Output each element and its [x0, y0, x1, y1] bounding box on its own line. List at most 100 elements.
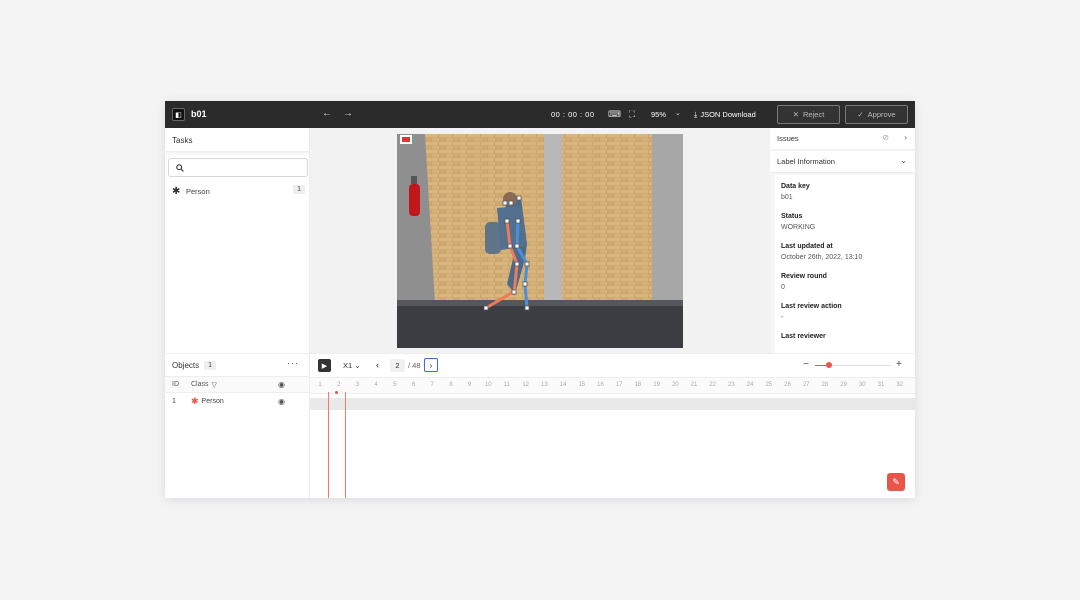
- frame-tick[interactable]: 32: [893, 382, 907, 388]
- frame-tick[interactable]: 15: [575, 382, 589, 388]
- timeline-controls: ▶ X1 ⌄ ‹ 2 / 48 › − +: [310, 354, 915, 377]
- top-bar: ◧ b01 ← → 00 : 00 : 00 ⌨ ⛶ 95% ⌄ ⤓ JSON …: [165, 101, 915, 128]
- hide-issues-icon[interactable]: ⊘: [882, 133, 889, 142]
- total-frames: / 48: [408, 361, 421, 370]
- label-information-card: Data key b01 Status WORKING Last updated…: [775, 175, 915, 355]
- issues-label: Issues: [777, 134, 799, 143]
- frame-tick[interactable]: 8: [444, 382, 458, 388]
- object-id: 1: [172, 397, 176, 405]
- column-id: ID: [172, 381, 179, 388]
- frame-ruler[interactable]: 1 2 3 4 5 6 7 8 9 10 11 12 13 14 15 16 17 18 19 20 21 22 23 24 2…: [310, 377, 915, 394]
- frame-tick[interactable]: 23: [724, 382, 738, 388]
- column-class[interactable]: Class ▽: [191, 381, 217, 389]
- chevron-down-icon: ⌄: [354, 361, 361, 370]
- chevron-down-icon[interactable]: ⌄: [900, 156, 907, 165]
- task-item-person[interactable]: ✱ Person 1: [172, 185, 305, 197]
- object-row[interactable]: 1 ✱ Person ◉: [165, 393, 309, 409]
- data-key-title: b01: [191, 109, 207, 119]
- frame-tick[interactable]: 24: [743, 382, 757, 388]
- visibility-all-icon[interactable]: ◉: [278, 380, 285, 389]
- more-options-icon[interactable]: ···: [287, 358, 299, 368]
- objects-title: Objects: [172, 360, 200, 370]
- frame-tick[interactable]: 2: [332, 382, 346, 388]
- label-information-row[interactable]: Label Information ⌄: [770, 151, 915, 173]
- approve-button[interactable]: ✓ Approve: [845, 105, 908, 124]
- playhead[interactable]: [328, 392, 346, 498]
- review-round-label: Review round: [781, 273, 827, 280]
- image-canvas[interactable]: [310, 128, 770, 353]
- frame-tick[interactable]: 11: [500, 382, 514, 388]
- timeline-zoom-handle[interactable]: [825, 362, 832, 368]
- frame-tick[interactable]: 4: [369, 382, 383, 388]
- previous-data-arrow-icon[interactable]: ←: [322, 108, 332, 119]
- object-class-label: Person: [201, 397, 224, 405]
- object-track-bar[interactable]: [310, 398, 915, 410]
- frame-tick[interactable]: 1: [313, 382, 327, 388]
- fullscreen-icon[interactable]: ⛶: [627, 109, 637, 119]
- label-information-label: Label Information: [777, 157, 835, 166]
- objects-header: Objects 1 ···: [165, 354, 309, 376]
- object-class: ✱ Person: [191, 396, 224, 407]
- current-frame-input[interactable]: 2: [390, 359, 405, 372]
- frame-tick[interactable]: 17: [612, 382, 626, 388]
- task-count-badge: 1: [293, 185, 305, 194]
- next-frame-button[interactable]: ›: [424, 358, 438, 372]
- search-icon: [176, 163, 184, 172]
- frame-tick[interactable]: 25: [762, 382, 776, 388]
- chevron-right-icon[interactable]: ›: [904, 133, 907, 142]
- zoom-level[interactable]: 95%: [651, 110, 666, 119]
- objects-panel: Objects 1 ··· ID Class ▽ ◉ 1 ✱ Person ◉: [165, 353, 310, 498]
- frame-tick[interactable]: 7: [425, 382, 439, 388]
- frame-tick[interactable]: 3: [350, 382, 364, 388]
- task-search-input[interactable]: [188, 164, 298, 171]
- task-search-box[interactable]: [168, 158, 308, 177]
- zoom-out-icon[interactable]: −: [803, 359, 809, 370]
- reject-label: Reject: [803, 110, 825, 119]
- last-review-action-value: -: [781, 314, 784, 321]
- frame-tick[interactable]: 19: [650, 382, 664, 388]
- reject-button[interactable]: ✕ Reject: [777, 105, 840, 124]
- frame-tick[interactable]: 31: [874, 382, 888, 388]
- edit-pencil-button[interactable]: ✎: [887, 473, 905, 491]
- play-button[interactable]: ▶: [318, 359, 331, 372]
- frame-tick[interactable]: 6: [407, 382, 421, 388]
- speed-select[interactable]: X1 ⌄: [343, 361, 361, 370]
- frame-tick[interactable]: 12: [519, 382, 533, 388]
- frame-tick[interactable]: 27: [799, 382, 813, 388]
- app-logo-icon[interactable]: ◧: [172, 108, 185, 121]
- issues-row[interactable]: Issues ⊘ ›: [770, 128, 915, 150]
- frame-tick[interactable]: 20: [668, 382, 682, 388]
- previous-frame-icon[interactable]: ‹: [376, 360, 379, 370]
- zoom-chevron-down-icon[interactable]: ⌄: [675, 109, 681, 117]
- visibility-icon[interactable]: ◉: [278, 397, 285, 406]
- frame-tick[interactable]: 9: [463, 382, 477, 388]
- task-item-label: Person: [186, 186, 210, 196]
- video-frame[interactable]: [397, 134, 683, 348]
- tasks-title: Tasks: [165, 128, 309, 152]
- frame-tick[interactable]: 30: [855, 382, 869, 388]
- annotation-app: ◧ b01 ← → 00 : 00 : 00 ⌨ ⛶ 95% ⌄ ⤓ JSON …: [165, 101, 915, 498]
- frame-tick[interactable]: 28: [818, 382, 832, 388]
- next-data-arrow-icon[interactable]: →: [343, 108, 353, 119]
- data-key-label: Data key: [781, 183, 810, 190]
- right-info-panel: Issues ⊘ › Label Information ⌄ Data key …: [770, 128, 915, 355]
- status-label: Status: [781, 213, 803, 220]
- keyboard-icon[interactable]: ⌨: [608, 109, 621, 119]
- frame-tick[interactable]: 16: [594, 382, 608, 388]
- last-updated-value: October 26th, 2022, 13:10: [781, 254, 863, 261]
- frame-tick[interactable]: 18: [631, 382, 645, 388]
- frame-tick[interactable]: 26: [781, 382, 795, 388]
- filter-icon[interactable]: ▽: [212, 381, 217, 389]
- objects-column-header: ID Class ▽ ◉: [165, 376, 309, 393]
- frame-tick[interactable]: 14: [556, 382, 570, 388]
- data-key-value: b01: [781, 194, 793, 201]
- frame-tick[interactable]: 13: [537, 382, 551, 388]
- frame-tick[interactable]: 10: [481, 382, 495, 388]
- frame-tick[interactable]: 29: [837, 382, 851, 388]
- zoom-in-icon[interactable]: +: [896, 359, 902, 370]
- frame-tick[interactable]: 5: [388, 382, 402, 388]
- frame-tick[interactable]: 21: [687, 382, 701, 388]
- last-reviewer-label: Last reviewer: [781, 333, 826, 340]
- json-download-button[interactable]: ⤓ JSON Download: [694, 110, 756, 120]
- frame-tick[interactable]: 22: [706, 382, 720, 388]
